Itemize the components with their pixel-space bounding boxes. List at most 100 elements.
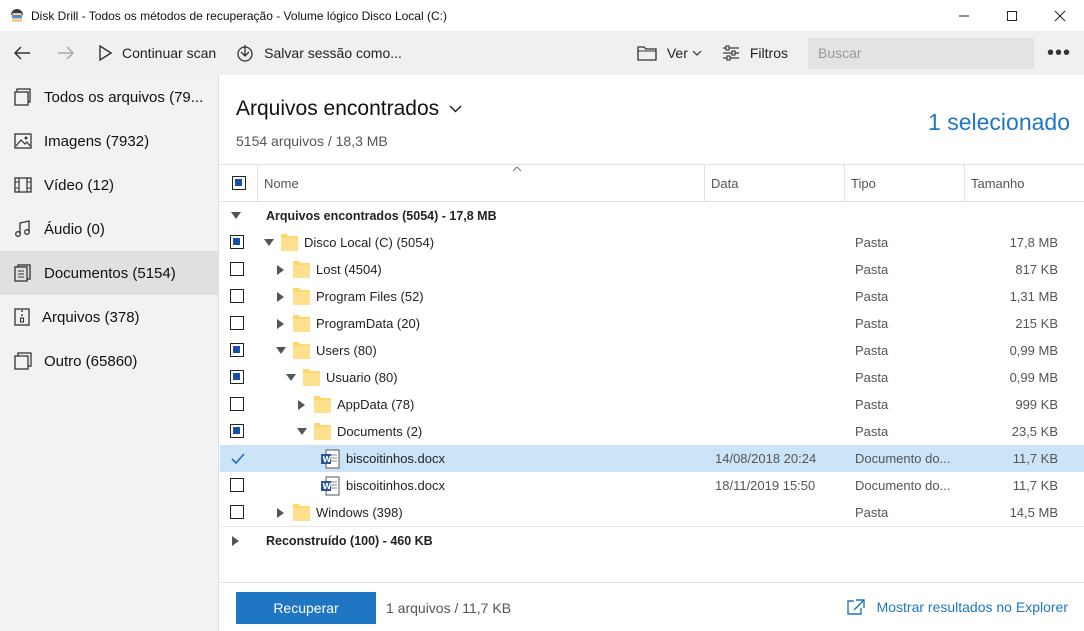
select-all-cell [220, 164, 258, 202]
row-size: 817 KB [1015, 262, 1058, 277]
save-session-label: Salvar sessão como... [264, 45, 402, 61]
chevron-down-icon [449, 105, 462, 113]
table-row[interactable]: Program Files (52) Pasta 1,31 MB [220, 283, 1084, 310]
collapsed-triangle-icon [277, 507, 284, 518]
row-checkbox[interactable] [230, 343, 244, 357]
column-header-type[interactable]: Tipo [845, 164, 965, 202]
window-title: Disk Drill - Todos os métodos de recuper… [31, 8, 447, 23]
sidebar-item-archives[interactable]: Arquivos (378) [0, 295, 218, 339]
table-row[interactable]: Documents (2) Pasta 23,5 KB [220, 418, 1084, 445]
recover-button[interactable]: Recuperar [236, 592, 376, 624]
filter-sliders-icon [722, 45, 739, 61]
table-row-selected[interactable]: W biscoitinhos.docx 14/08/2018 20:24 Doc… [220, 445, 1084, 472]
sidebar-item-documents[interactable]: Documentos (5154) [0, 251, 218, 295]
table-row[interactable]: Users (80) Pasta 0,99 MB [220, 337, 1084, 364]
sidebar-item-other[interactable]: Outro (65860) [0, 339, 218, 383]
continue-scan-button[interactable]: Continuar scan [88, 31, 226, 75]
group-label: Arquivos encontrados (5054) - 17,8 MB [266, 208, 497, 223]
filters-button[interactable]: Filtros [712, 31, 798, 75]
row-size: 14,5 MB [1009, 505, 1058, 520]
filters-label: Filtros [749, 45, 788, 61]
expanded-triangle-icon [276, 346, 286, 354]
search-input[interactable] [808, 37, 1034, 69]
collapse-triangle-icon [231, 211, 241, 219]
row-type: Pasta [855, 397, 889, 412]
collapsed-triangle-icon [277, 291, 284, 302]
table-row[interactable]: Disco Local (C) (5054) Pasta 17,8 MB [220, 229, 1084, 256]
save-session-button[interactable]: Salvar sessão como... [226, 31, 412, 75]
column-header-date[interactable]: Data [705, 164, 845, 202]
table-row[interactable]: Windows (398) Pasta 14,5 MB [220, 499, 1084, 526]
close-button[interactable] [1036, 0, 1084, 31]
folder-icon [314, 423, 331, 440]
row-checkbox[interactable] [230, 316, 244, 330]
forward-button[interactable] [44, 31, 88, 75]
row-checkbox[interactable] [230, 289, 244, 303]
row-size: 17,8 MB [1009, 235, 1058, 250]
folder-icon [303, 369, 320, 386]
group-label: Reconstruído (100) - 460 KB [266, 533, 433, 548]
row-name: AppData (78) [337, 397, 415, 412]
title-bar: Disk Drill - Todos os métodos de recuper… [0, 0, 1084, 31]
sidebar: Todos os arquivos (79... Imagens (7932) … [0, 75, 219, 631]
table-row[interactable]: Usuario (80) Pasta 0,99 MB [220, 364, 1084, 391]
group-row-found[interactable]: Arquivos encontrados (5054) - 17,8 MB [220, 202, 1084, 229]
checkmark-icon[interactable] [230, 451, 246, 467]
folder-icon [314, 396, 331, 413]
group-row-reconstructed[interactable]: Reconstruído (100) - 460 KB [220, 526, 1084, 553]
view-label: Ver [666, 45, 688, 61]
row-checkbox[interactable] [230, 424, 244, 438]
column-header-size[interactable]: Tamanho [965, 164, 1084, 202]
column-date-label: Data [711, 175, 739, 191]
folder-icon [293, 504, 310, 521]
column-header-name[interactable]: Nome [258, 164, 705, 202]
toolbar: Continuar scan Salvar sessão como... Ver… [0, 31, 1084, 75]
maximize-button[interactable] [988, 0, 1036, 31]
collapsed-triangle-icon [232, 535, 239, 546]
results-title-dropdown[interactable]: Arquivos encontrados [236, 97, 462, 121]
collapsed-triangle-icon [298, 399, 305, 410]
row-type: Documento do... [855, 478, 951, 493]
play-icon [99, 45, 112, 61]
table-row[interactable]: W biscoitinhos.docx 18/11/2019 15:50 Doc… [220, 472, 1084, 499]
results-summary: 5154 arquivos / 18,3 MB [236, 133, 388, 149]
row-checkbox[interactable] [230, 397, 244, 411]
sidebar-item-video[interactable]: Vídeo (12) [0, 163, 218, 207]
sidebar-item-audio[interactable]: Áudio (0) [0, 207, 218, 251]
collapsed-triangle-icon [277, 264, 284, 275]
row-name: Usuario (80) [326, 370, 398, 385]
view-dropdown[interactable]: Ver [627, 31, 712, 75]
show-in-explorer-link[interactable]: Mostrar resultados no Explorer [846, 599, 1068, 615]
table-row[interactable]: ProgramData (20) Pasta 215 KB [220, 310, 1084, 337]
show-in-explorer-label: Mostrar resultados no Explorer [876, 599, 1068, 615]
row-type: Pasta [855, 505, 889, 520]
row-checkbox[interactable] [230, 235, 244, 249]
more-options-button[interactable]: ••• [1034, 31, 1084, 75]
disk-drill-app-icon [9, 8, 25, 24]
row-name: ProgramData (20) [316, 316, 421, 331]
row-checkbox[interactable] [230, 478, 244, 492]
row-size: 1,31 MB [1009, 289, 1058, 304]
back-button[interactable] [0, 31, 44, 75]
row-size: 999 KB [1015, 397, 1058, 412]
minimize-icon [959, 15, 969, 16]
row-name: Disco Local (C) (5054) [304, 235, 435, 250]
row-checkbox[interactable] [230, 262, 244, 276]
sidebar-item-all-files[interactable]: Todos os arquivos (79... [0, 75, 218, 119]
row-checkbox[interactable] [230, 370, 244, 384]
sidebar-item-label: Imagens (7932) [44, 132, 150, 150]
table-row[interactable]: AppData (78) Pasta 999 KB [220, 391, 1084, 418]
page-title: Arquivos encontrados [236, 97, 440, 120]
expanded-triangle-icon [286, 373, 296, 381]
row-checkbox[interactable] [230, 505, 244, 519]
sidebar-item-label: Documentos (5154) [44, 264, 176, 282]
column-type-label: Tipo [851, 175, 876, 191]
select-all-checkbox[interactable] [231, 176, 246, 190]
row-name: Users (80) [316, 343, 377, 358]
row-type: Pasta [855, 235, 889, 250]
minimize-button[interactable] [940, 0, 988, 31]
sidebar-item-images[interactable]: Imagens (7932) [0, 119, 218, 163]
folder-icon [293, 315, 310, 332]
table-row[interactable]: Lost (4504) Pasta 817 KB [220, 256, 1084, 283]
close-icon [1054, 10, 1066, 21]
